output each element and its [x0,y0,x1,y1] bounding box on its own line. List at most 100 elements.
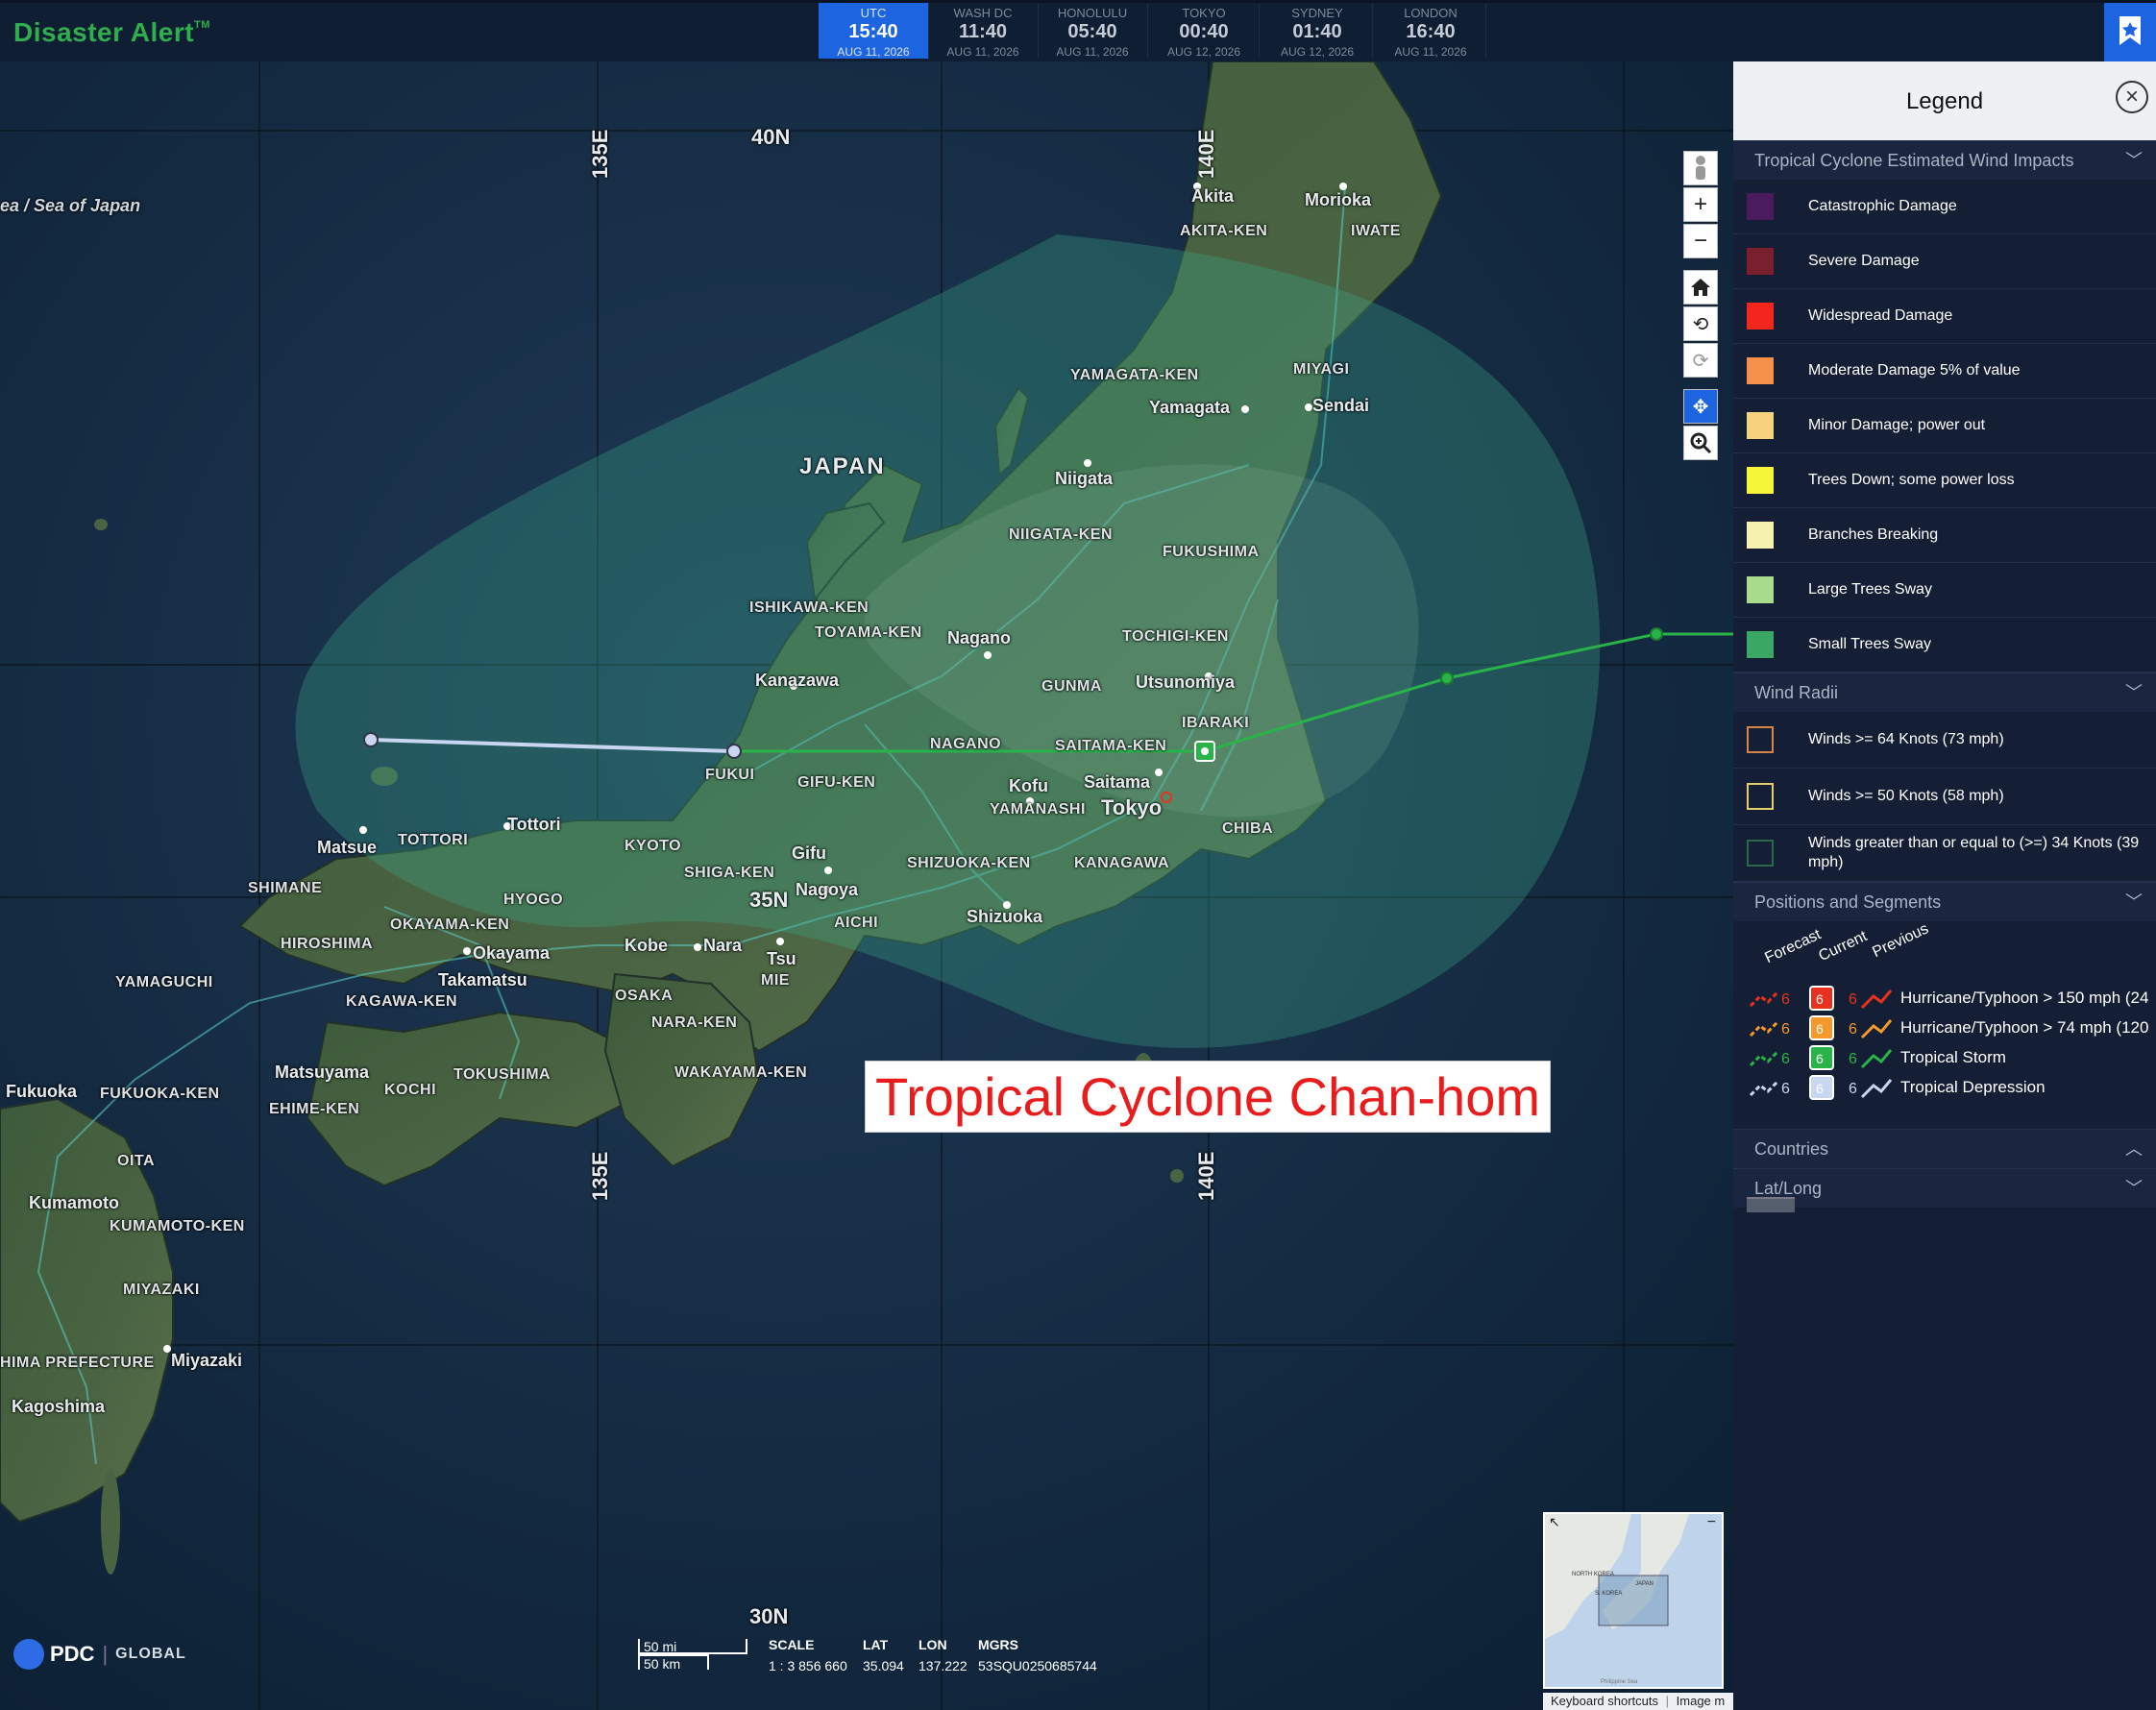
rotate-left-button[interactable]: ⟲ [1683,306,1718,341]
city-label: Shizuoka [967,907,1043,926]
minimap-expand-icon[interactable]: ↖ [1549,1514,1560,1530]
legend-swatch [1747,357,1774,384]
legend-item-wind-impact[interactable]: Catastrophic Damage [1733,180,2156,234]
gridline-label-30n: 30N [749,1604,789,1628]
legend-item-label: Severe Damage [1808,253,1920,269]
track-point-previous[interactable] [363,732,379,747]
prefecture-label: HYOGO [503,892,564,908]
prefecture-label: TOYAMA-KEN [815,624,922,641]
track-point-forecast[interactable] [1440,672,1454,685]
prefecture-label: ISHIKAWA-KEN [749,599,870,616]
legend-item-position[interactable]: 6 6 6 Hurricane/Typhoon > 150 mph (24 [1749,985,2148,1012]
gridline-label-35n: 35N [749,888,789,912]
legend-panel: Legend × Tropical Cyclone Estimated Wind… [1733,61,2156,1710]
prefecture-label: AKITA-KEN [1180,223,1268,239]
track-point-previous[interactable] [726,744,742,759]
city-label: Nara [703,936,743,955]
svg-text:6: 6 [1816,991,1824,1007]
legend-item-wind-radii[interactable]: Winds >= 64 Knots (73 mph) [1733,712,2156,769]
app-brand[interactable]: Disaster AlertTM [13,17,210,48]
prefecture-label: AICHI [834,915,879,931]
pan-button[interactable]: ✥ [1683,389,1718,424]
zoom-region-button[interactable] [1683,426,1718,460]
clock-date: AUG 12, 2026 [1166,45,1241,59]
legend-item-label: Tropical Depression [1900,1078,2046,1096]
city-label: Saitama [1084,772,1151,792]
clock-utc[interactable]: UTC 15:40 AUG 11, 2026 [819,3,929,59]
prefecture-label: YAMAGUCHI [115,974,213,990]
prefecture-label: NARA-KEN [651,1014,738,1031]
zoom-out-button[interactable]: − [1683,224,1718,258]
svg-text:6: 6 [1816,1021,1824,1037]
positions-list: Forecast Current Previous 6 6 6 Hurricane/T… [1733,920,2156,1129]
legend-item-wind-radii[interactable]: Winds greater than or equal to (>=) 34 K… [1733,825,2156,882]
city-label: Kumamoto [29,1193,119,1212]
track-point-current-center [1201,747,1209,755]
city-label: Yamagata [1149,398,1231,417]
legend-item-wind-impact[interactable]: Minor Damage; power out [1733,399,2156,453]
legend-item-label: Moderate Damage 5% of value [1808,362,2021,379]
street-view-button[interactable] [1683,151,1718,185]
legend-item-position[interactable]: 6 6 6 Tropical Depression [1749,1074,2046,1101]
legend-item-wind-radii[interactable]: Winds >= 50 Knots (58 mph) [1733,769,2156,825]
city-label: Matsuyama [275,1063,370,1082]
legend-item-wind-impact[interactable]: Trees Down; some power loss [1733,453,2156,508]
rotate-right-button[interactable]: ⟳ [1683,343,1718,378]
prefecture-label: FUKUSHIMA [1163,544,1260,560]
section-countries[interactable]: Countries ︿ [1733,1129,2156,1168]
map-toolbar: + − ⟲ ⟳ ✥ [1683,151,1718,462]
overview-minimap[interactable]: NORTH KOREA JAPAN S. KOREA Philippine Se… [1543,1512,1724,1689]
chevron-up-icon: ︿ [2125,1139,2143,1159]
section-latlong[interactable]: Lat/Long ﹀ [1733,1168,2156,1208]
pdc-logo[interactable]: PDC | GLOBAL [13,1639,186,1670]
bookmark-button[interactable] [2104,3,2156,62]
clock-tokyo[interactable]: TOKYO 00:40 AUG 12, 2026 [1149,3,1260,59]
minimap-collapse-icon[interactable]: − [1707,1514,1716,1531]
legend-item-wind-impact[interactable]: Branches Breaking [1733,508,2156,563]
clock-london[interactable]: LONDON 16:40 AUG 11, 2026 [1376,3,1486,59]
prefecture-label: HIMA PREFECTURE [0,1355,155,1371]
minimap-canvas: NORTH KOREA JAPAN S. KOREA Philippine Se… [1545,1514,1722,1687]
storm-title-overlay: Tropical Cyclone Chan-hom [865,1061,1551,1133]
svg-text:6: 6 [1849,991,1857,1008]
prefecture-label: OKAYAMA-KEN [390,916,510,933]
legend-item-position[interactable]: 6 6 6 Tropical Storm [1749,1044,2006,1071]
lat-readout: LAT 35.094 [863,1637,904,1673]
clock-date: AUG 11, 2026 [1056,45,1129,59]
section-wind-impacts[interactable]: Tropical Cyclone Estimated Wind Impacts … [1733,140,2156,180]
prefecture-label: FUKUI [705,767,755,783]
svg-text:6: 6 [1781,1051,1790,1067]
svg-text:6: 6 [1816,1051,1824,1066]
prefecture-label: YAMANASHI [990,801,1086,818]
legend-item-label: Winds >= 50 Knots (58 mph) [1808,788,2004,804]
position-symbols-icon: 6 6 6 [1749,986,1893,1011]
section-wind-radii[interactable]: Wind Radii ﹀ [1733,672,2156,712]
legend-close-button[interactable]: × [2116,81,2148,113]
position-symbols-icon: 6 6 6 [1749,1075,1893,1100]
city-label: Niigata [1055,469,1114,488]
bookmark-star-icon [2119,16,2141,45]
city-label: Nagano [947,628,1012,647]
legend-item-wind-impact[interactable]: Large Trees Sway [1733,563,2156,618]
keyboard-shortcuts-link[interactable]: Keyboard shortcuts [1551,1694,1658,1708]
legend-item-wind-impact[interactable]: Moderate Damage 5% of value [1733,344,2156,399]
lon-readout-label: LON [919,1637,947,1652]
section-positions[interactable]: Positions and Segments ﹀ [1733,882,2156,921]
clock-sydney[interactable]: SYDNEY 01:40 AUG 12, 2026 [1262,3,1373,59]
legend-item-wind-impact[interactable]: Small Trees Sway [1733,618,2156,672]
home-button[interactable] [1683,270,1718,305]
track-point-forecast[interactable] [1650,627,1663,641]
prefecture-label: KUMAMOTO-KEN [110,1218,245,1234]
section-wind-impacts-title: Tropical Cyclone Estimated Wind Impacts [1754,151,2074,170]
clock-date: AUG 12, 2026 [1280,45,1355,59]
legend-item-wind-impact[interactable]: Widespread Damage [1733,289,2156,344]
clock-honolulu[interactable]: HONOLULU 05:40 AUG 11, 2026 [1038,3,1148,59]
legend-item-wind-impact[interactable]: Severe Damage [1733,234,2156,289]
legend-item-position[interactable]: 6 6 6 Hurricane/Typhoon > 74 mph (120 [1749,1014,2148,1041]
zoom-in-button[interactable]: + [1683,187,1718,222]
map-view[interactable]: 40N 35N 30N 135E 140E 135E 140E ea / Sea… [0,61,1733,1710]
clock-time: 01:40 [1292,21,1342,42]
city-label: Morioka [1305,190,1372,209]
prefecture-label: KAGAWA-KEN [346,993,458,1010]
clock-wash-dc[interactable]: WASH DC 11:40 AUG 11, 2026 [928,3,1039,59]
